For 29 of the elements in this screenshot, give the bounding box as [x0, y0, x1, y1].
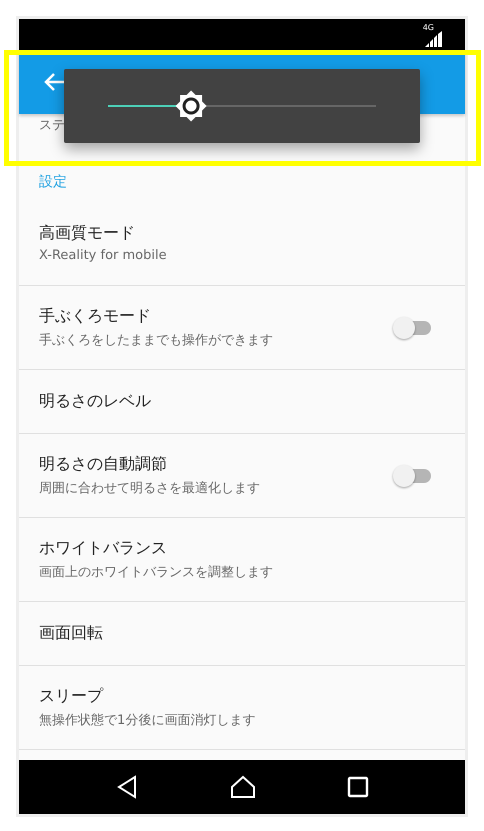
settings-row[interactable]: 手ぶくろモード 手ぶくろをしたままでも操作ができます [19, 286, 465, 370]
signal-icon [425, 30, 443, 47]
settings-row[interactable]: 画面回転 [19, 602, 465, 666]
row-subtitle: 手ぶくろをしたままでも操作ができます [39, 332, 273, 348]
row-title: 明るさのレベル [39, 390, 151, 412]
toggle-switch[interactable] [393, 317, 431, 337]
settings-row[interactable]: 高画質モード X-Reality for mobile [19, 202, 465, 286]
row-title: 高画質モード [39, 223, 136, 244]
row-subtitle: 周囲に合わせて明るさを最適化します [39, 480, 260, 496]
row-title: 手ぶくろモード [39, 306, 152, 326]
settings-row[interactable]: 明るさの自動調節 周囲に合わせて明るさを最適化します [19, 434, 465, 518]
row-title: スリープ [39, 686, 104, 706]
settings-row[interactable]: ホワイトバランス 画面上のホワイトバランスを調整します [19, 518, 465, 602]
home-icon[interactable] [230, 774, 256, 799]
recents-icon[interactable] [347, 776, 370, 798]
row-title: ステ [39, 118, 65, 132]
row-subtitle: 画面上のホワイトバランスを調整します [39, 564, 273, 580]
row-title: 画面回転 [39, 622, 103, 644]
row-subtitle: X-Reality for mobile [39, 248, 167, 263]
back-icon[interactable] [114, 774, 139, 799]
settings-row[interactable]: スリープ 無操作状態で1分後に画面消灯します [19, 666, 465, 750]
row-subtitle: 無操作状態で1分後に画面消灯します [39, 712, 256, 728]
back-icon[interactable] [43, 72, 65, 92]
row-title: 明るさの自動調節 [39, 454, 168, 474]
toggle-switch[interactable] [393, 465, 431, 485]
settings-row[interactable]: 明るさのレベル [19, 370, 465, 434]
network-label: 4G [422, 23, 434, 32]
row-title: ホワイトバランス [39, 538, 168, 558]
section-header: 設定 [38, 172, 68, 192]
